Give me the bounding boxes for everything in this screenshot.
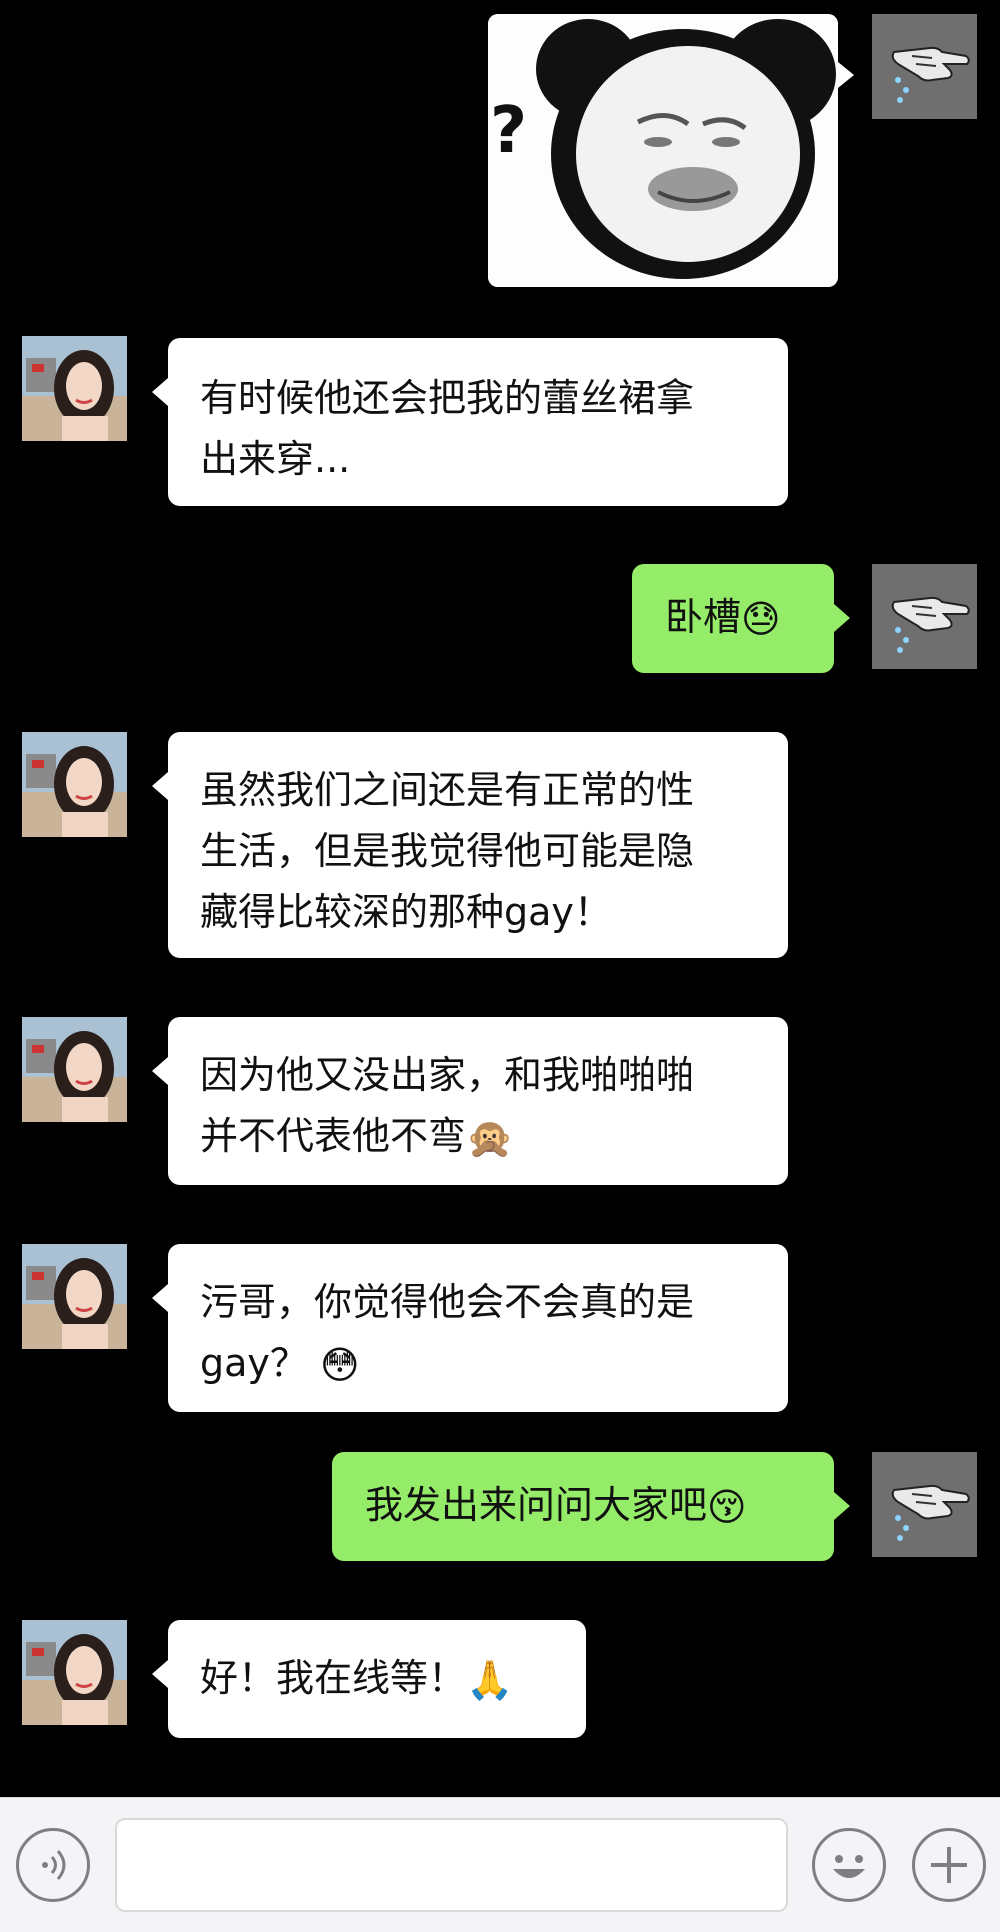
message-line: 虽然我们之间还是有正常的性 — [200, 768, 695, 812]
message-text: 卧槽 — [665, 595, 742, 639]
smiley-icon — [833, 1855, 865, 1878]
panda-meme-sticker — [488, 14, 838, 287]
pointing-hand-icon — [872, 14, 977, 119]
message-line: 藏得比较深的那种gay！ — [200, 890, 612, 934]
emoji-button[interactable] — [812, 1828, 886, 1902]
message-bubble-received[interactable]: 虽然我们之间还是有正常的性 生活，但是我觉得他可能是隐 藏得比较深的那种gay！ — [152, 732, 788, 958]
my-avatar[interactable] — [872, 564, 977, 669]
message-line: gay？ — [200, 1341, 308, 1385]
woman-portrait-icon — [22, 1620, 127, 1725]
pointing-hand-icon — [872, 564, 977, 669]
more-options-button[interactable] — [912, 1828, 986, 1902]
message-bubble-received[interactable]: 好！我在线等！🙏 — [152, 1620, 586, 1738]
message-line: 有时候他还会把我的蕾丝裙拿 — [200, 376, 695, 420]
message-bubble-sent[interactable]: 卧槽😓 — [632, 564, 850, 673]
contact-avatar[interactable] — [22, 1017, 127, 1122]
flushed-emoji-icon: 😳 — [320, 1343, 360, 1387]
my-avatar[interactable] — [872, 1452, 977, 1557]
message-line: 出来穿... — [200, 437, 351, 481]
message-bubble-received[interactable]: 污哥，你觉得他会不会真的是 gay？ 😳 — [152, 1244, 788, 1412]
contact-avatar[interactable] — [22, 336, 127, 441]
woman-portrait-icon — [22, 1244, 127, 1349]
message-bubble-sent[interactable]: 我发出来问问大家吧😚 — [332, 1452, 850, 1561]
folded-hands-emoji-icon: 🙏 — [466, 1658, 514, 1702]
contact-avatar[interactable] — [22, 732, 127, 837]
message-bubble-received[interactable]: 因为他又没出家，和我啪啪啪 并不代表他不弯🙊 — [152, 1017, 788, 1185]
sticker-message-panda[interactable]: ? — [488, 14, 838, 287]
woman-portrait-icon — [22, 732, 127, 837]
cold-sweat-emoji-icon: 😓 — [741, 597, 781, 641]
woman-portrait-icon — [22, 1017, 127, 1122]
kissing-emoji-icon: 😚 — [707, 1485, 747, 1529]
message-text: 好！我在线等！ — [200, 1656, 467, 1700]
woman-portrait-icon — [22, 336, 127, 441]
my-avatar[interactable] — [872, 14, 977, 119]
message-bubble-received[interactable]: 有时候他还会把我的蕾丝裙拿 出来穿... — [152, 338, 788, 506]
message-line: 因为他又没出家，和我啪啪啪 — [200, 1053, 695, 1097]
contact-avatar[interactable] — [22, 1244, 127, 1349]
sticker-question-mark: ? — [490, 94, 528, 168]
voice-wave-icon — [42, 1850, 66, 1880]
message-line: 生活，但是我觉得他可能是隐 — [200, 829, 695, 873]
plus-icon — [931, 1847, 967, 1883]
see-no-evil-emoji-icon: 🙊 — [466, 1116, 514, 1160]
sticker-tail — [838, 62, 854, 88]
message-line: 并不代表他不弯 — [200, 1114, 467, 1158]
chat-input-bar — [0, 1797, 1000, 1932]
message-text: 我发出来问问大家吧 — [365, 1483, 708, 1527]
contact-avatar[interactable] — [22, 1620, 127, 1725]
message-line: 污哥，你觉得他会不会真的是 — [200, 1280, 695, 1324]
message-input[interactable] — [115, 1818, 788, 1912]
voice-input-button[interactable] — [16, 1828, 90, 1902]
pointing-hand-icon — [872, 1452, 977, 1557]
